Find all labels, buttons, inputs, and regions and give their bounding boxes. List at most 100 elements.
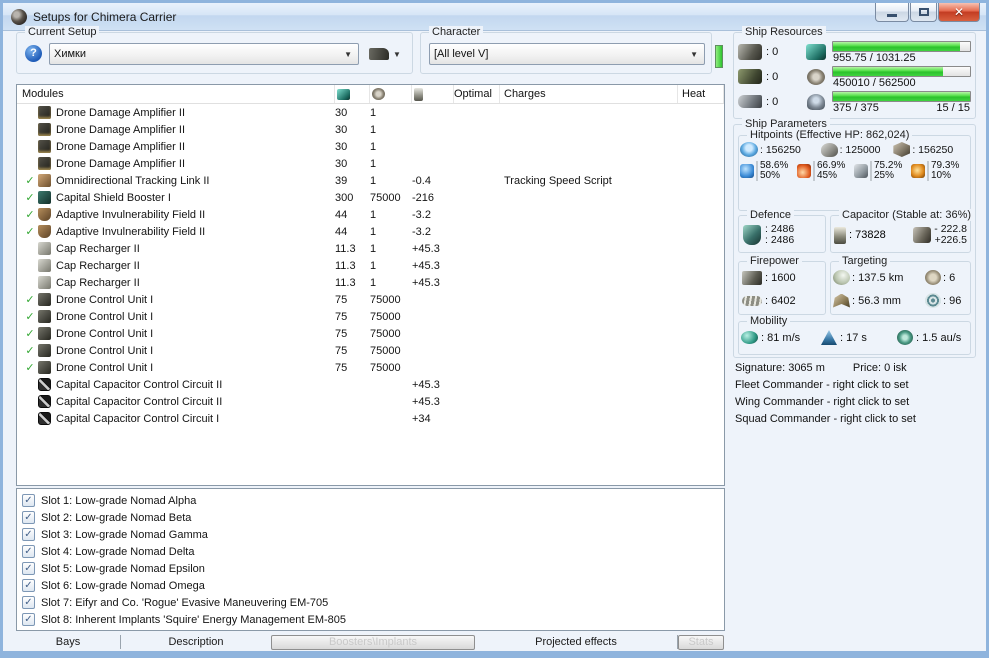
list-item[interactable]: ✓ Slot 4: Low-grade Nomad Delta	[17, 543, 724, 560]
implant-checkbox[interactable]: ✓	[22, 596, 35, 609]
implant-label: Slot 6: Low-grade Nomad Omega	[41, 579, 205, 592]
implant-checkbox[interactable]: ✓	[22, 494, 35, 507]
implant-label: Slot 1: Low-grade Nomad Alpha	[41, 494, 197, 507]
powergrid-icon	[372, 88, 385, 100]
drone-control-unit-icon	[38, 327, 51, 340]
table-row[interactable]: Capital Capacitor Control Circuit II +45…	[17, 393, 724, 410]
sensor-strength: : 96	[943, 294, 962, 307]
rig-slot-icon	[738, 95, 762, 108]
minimize-icon	[887, 13, 897, 17]
capacitor-icon	[414, 87, 423, 101]
table-row[interactable]: Cap Recharger II 11.3 1 +45.3	[17, 274, 724, 291]
cap-value: -3.2	[412, 208, 431, 221]
list-item[interactable]: ✓ Slot 6: Low-grade Nomad Omega	[17, 577, 724, 594]
max-velocity-icon	[741, 331, 758, 344]
capacitor-group: Capacitor (Stable at: 36%) : 73828 - 222…	[830, 209, 975, 253]
kinetic-armor-resist: 25%	[874, 170, 895, 181]
setup-select[interactable]: Химки ▼	[49, 43, 359, 65]
modules-table-header: Modules Optimal Charges Heat	[17, 85, 724, 104]
table-row[interactable]: Capital Capacitor Control Circuit II +45…	[17, 376, 724, 393]
help-icon[interactable]: ?	[25, 45, 42, 62]
implant-checkbox[interactable]: ✓	[22, 545, 35, 558]
table-row[interactable]: ✓ Omnidirectional Tracking Link II 39 1 -0.…	[17, 172, 724, 189]
implant-checkbox[interactable]: ✓	[22, 511, 35, 524]
pg-value: 1	[370, 242, 377, 255]
character-status-bar	[715, 45, 723, 68]
tab-bays[interactable]: Bays	[16, 636, 120, 648]
active-check-icon: ✓	[25, 192, 35, 204]
ship-summary: Signature: 3065 m Price: 0 isk Fleet Com…	[735, 362, 978, 430]
stats-button[interactable]: Stats	[678, 634, 724, 650]
table-row[interactable]: Cap Recharger II 11.3 1 +45.3	[17, 257, 724, 274]
squad-commander-slot[interactable]: Squad Commander - right click to set	[735, 413, 978, 425]
ship-menu-button[interactable]: ▼	[369, 45, 405, 63]
max-targets: : 6	[943, 271, 956, 284]
list-item[interactable]: ✓ Slot 1: Low-grade Nomad Alpha	[17, 492, 724, 509]
fleet-commander-slot[interactable]: Fleet Commander - right click to set	[735, 379, 978, 391]
active-check-icon: ✓	[25, 226, 35, 238]
table-row[interactable]: ✓ Drone Control Unit I 75 75000	[17, 342, 724, 359]
cap-recharger-icon	[38, 242, 51, 255]
table-row[interactable]: ✓ Adaptive Invulnerability Field II 44 1 -3…	[17, 206, 724, 223]
implant-checkbox[interactable]: ✓	[22, 562, 35, 575]
turret-dps-icon	[742, 270, 762, 285]
table-row[interactable]: Drone Damage Amplifier II 30 1	[17, 121, 724, 138]
cpu-value: 75	[335, 344, 348, 357]
capacitor-icon	[834, 226, 846, 244]
module-name: Drone Damage Amplifier II	[56, 123, 185, 136]
implant-checkbox[interactable]: ✓	[22, 579, 35, 592]
table-row[interactable]: ✓ Adaptive Invulnerability Field II 44 1 -3…	[17, 223, 724, 240]
active-check-icon: ✓	[25, 345, 35, 357]
capacitor-column-header[interactable]	[412, 85, 454, 103]
explosive-resist-icon	[911, 164, 925, 178]
powergrid-bar	[832, 66, 971, 77]
pg-value: 1	[370, 276, 377, 289]
shield-hp: : 156250	[760, 143, 801, 156]
module-name: Omnidirectional Tracking Link II	[56, 174, 210, 187]
heat-column-header[interactable]: Heat	[678, 85, 724, 103]
table-row[interactable]: ✓ Drone Control Unit I 75 75000	[17, 325, 724, 342]
cap-value: -3.2	[412, 225, 431, 238]
scan-resolution: : 56.3 mm	[852, 294, 901, 307]
table-row[interactable]: ✓ Drone Control Unit I 75 75000	[17, 359, 724, 376]
modules-table: Modules Optimal Charges Heat Drone Damag…	[16, 84, 725, 486]
pg-value: 75000	[370, 327, 401, 340]
character-select[interactable]: [All level V] ▼	[429, 43, 705, 65]
list-item[interactable]: ✓ Slot 2: Low-grade Nomad Beta	[17, 509, 724, 526]
list-item[interactable]: ✓ Slot 7: Eifyr and Co. 'Rogue' Evasive M…	[17, 594, 724, 611]
powergrid-column-header[interactable]	[370, 85, 412, 103]
tab-boosters-implants[interactable]: Boosters\Implants	[271, 634, 475, 650]
optimal-column-header[interactable]: Optimal	[454, 85, 500, 103]
bottom-tab-bar: Bays Description Boosters\Implants Proje…	[16, 633, 726, 651]
table-row[interactable]: ✓ Drone Control Unit I 75 75000	[17, 291, 724, 308]
table-row[interactable]: Drone Damage Amplifier II 30 1	[17, 104, 724, 121]
minimize-button[interactable]	[875, 3, 909, 22]
chevron-down-icon: ▼	[690, 49, 698, 59]
implant-checkbox[interactable]: ✓	[22, 528, 35, 541]
list-item[interactable]: ✓ Slot 5: Low-grade Nomad Epsilon	[17, 560, 724, 577]
charges-column-header[interactable]: Charges	[500, 85, 678, 103]
list-item[interactable]: ✓ Slot 8: Inherent Implants 'Squire' Ener…	[17, 611, 724, 628]
list-item[interactable]: ✓ Slot 3: Low-grade Nomad Gamma	[17, 526, 724, 543]
capacitor-label: Capacitor (Stable at: 36%)	[839, 209, 975, 221]
table-row[interactable]: Cap Recharger II 11.3 1 +45.3	[17, 240, 724, 257]
maximize-button[interactable]	[910, 3, 937, 22]
implant-checkbox[interactable]: ✓	[22, 613, 35, 626]
character-select-value: [All level V]	[434, 48, 489, 60]
table-row[interactable]: Drone Damage Amplifier II 30 1	[17, 138, 724, 155]
table-row[interactable]: ✓ Capital Shield Booster I 300 75000 -216	[17, 189, 724, 206]
modules-column-header[interactable]: Modules	[17, 85, 335, 103]
table-row[interactable]: Capital Capacitor Control Circuit I +34	[17, 410, 724, 427]
close-button[interactable]: ✕	[938, 3, 980, 22]
wing-commander-slot[interactable]: Wing Commander - right click to set	[735, 396, 978, 408]
tab-projected-effects[interactable]: Projected effects	[475, 636, 677, 648]
maximize-icon	[918, 8, 929, 16]
tab-description[interactable]: Description	[121, 636, 271, 648]
cpu-value: 75	[335, 310, 348, 323]
module-name: Capital Capacitor Control Circuit II	[56, 395, 223, 408]
cpu-column-header[interactable]	[335, 85, 370, 103]
table-row[interactable]: ✓ Drone Control Unit I 75 75000	[17, 308, 724, 325]
cpu-value: 30	[335, 140, 348, 153]
targeting-group: Targeting : 137.5 km : 6 : 56.3 mm : 96	[830, 255, 971, 315]
table-row[interactable]: Drone Damage Amplifier II 30 1	[17, 155, 724, 172]
